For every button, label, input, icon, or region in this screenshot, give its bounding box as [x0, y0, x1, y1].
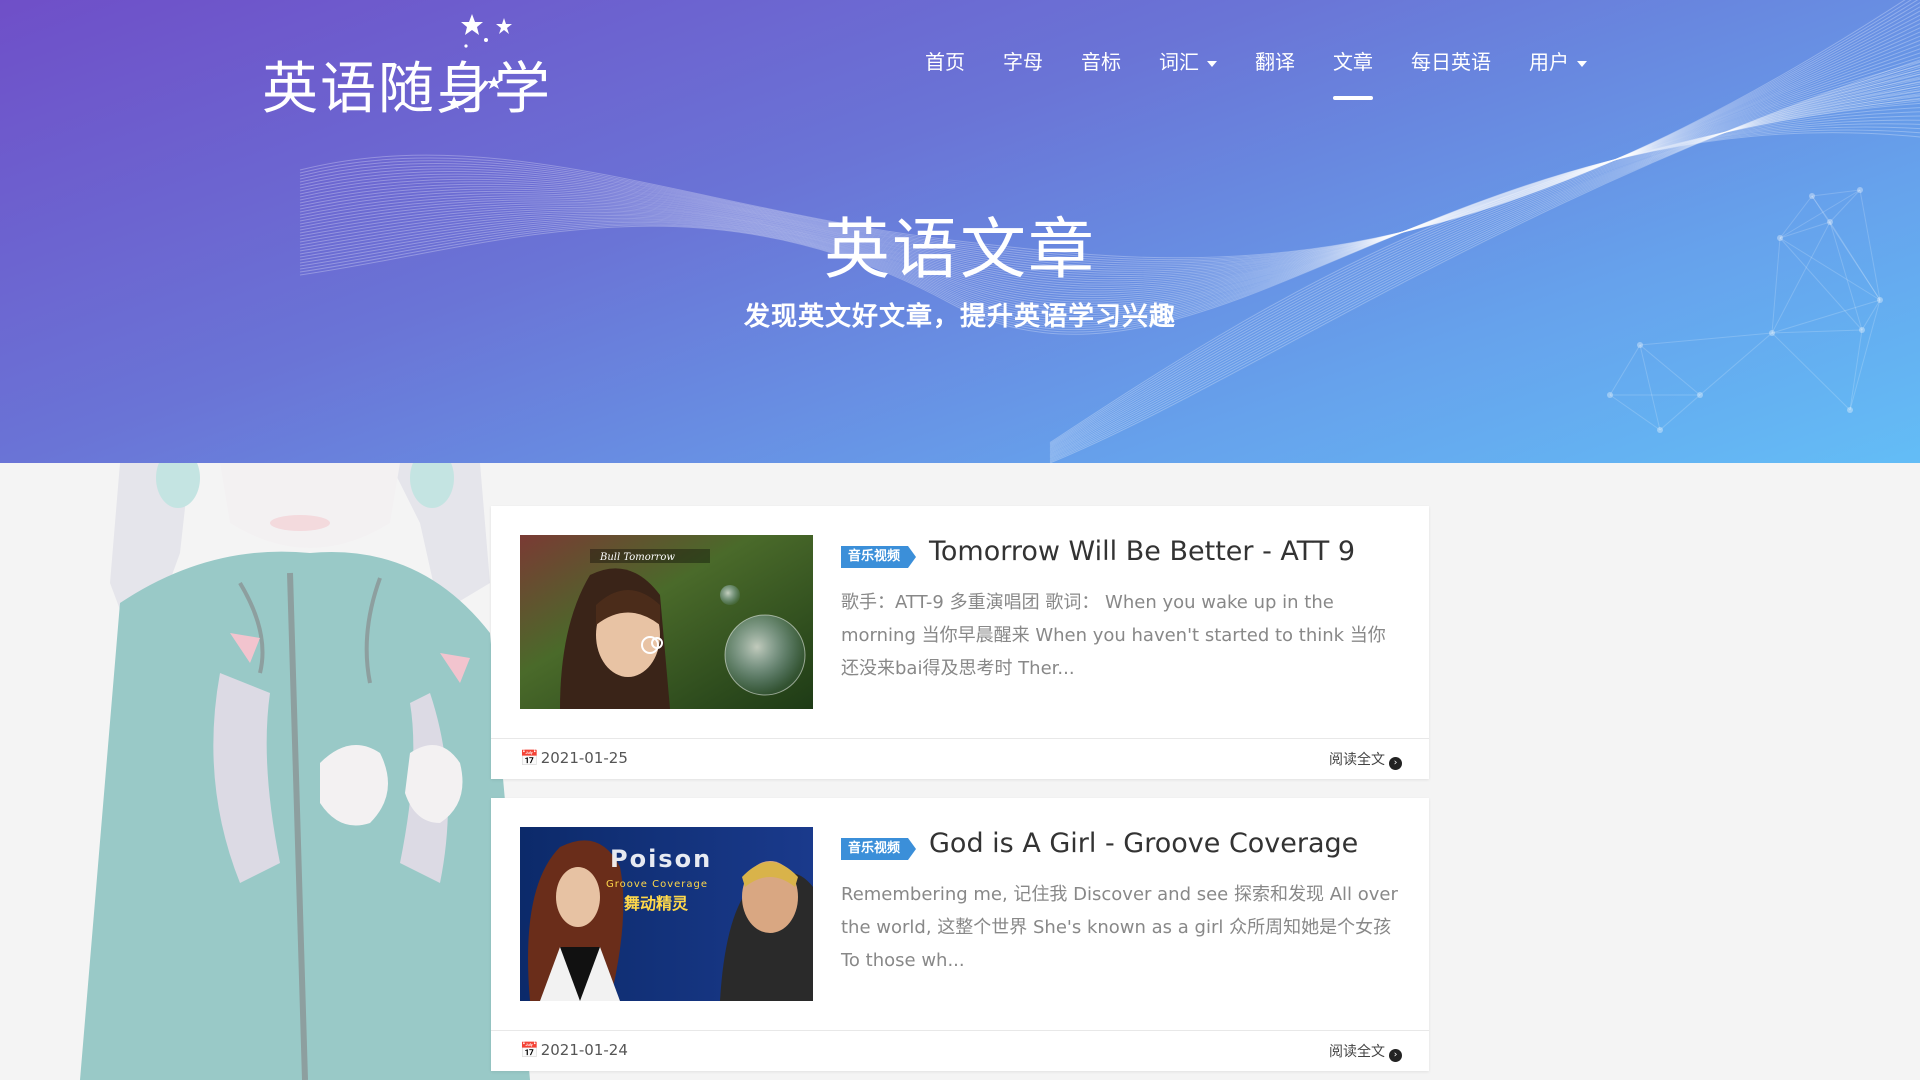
article-date-text: 2021-01-25 [540, 749, 628, 767]
read-more-link[interactable]: 阅读全文 › [1329, 749, 1402, 770]
logo-stars-icon [447, 14, 512, 109]
read-more-label: 阅读全文 [1329, 752, 1385, 768]
album-cover-thumbnail-image: Poison Groove Coverage 舞动精灵 [520, 827, 813, 1001]
site-logo[interactable]: 英语随身学 [262, 14, 562, 122]
article-title[interactable]: Tomorrow Will Be Better - ATT 9 [929, 536, 1355, 567]
nav-item-label: 用户 [1529, 50, 1569, 74]
music-video-thumbnail-image: Bull Tomorrow [520, 535, 813, 709]
nav-item[interactable]: 词汇 [1140, 46, 1236, 86]
nav-item-label: 首页 [925, 50, 965, 74]
calendar-icon: 📅 [520, 1041, 539, 1059]
article-excerpt: 歌手：ATT-9 多重演唱团 歌词： When you wake up in t… [841, 592, 1386, 679]
thumb-subtitle: Groove Coverage [606, 879, 708, 890]
nav-item[interactable]: 每日英语 [1392, 46, 1510, 86]
read-more-label: 阅读全文 [1329, 1044, 1385, 1060]
thumb-cn: 舞动精灵 [624, 894, 689, 913]
read-more-link[interactable]: 阅读全文 › [1329, 1041, 1402, 1062]
nav-item[interactable]: 音标 [1062, 46, 1140, 86]
caret-down-icon [1207, 60, 1217, 67]
chevron-right-icon: › [1389, 1049, 1402, 1062]
page-title: 英语文章 [824, 211, 1096, 288]
nav-item[interactable]: 翻译 [1236, 46, 1314, 86]
nav-item[interactable]: 字母 [984, 46, 1062, 86]
thumb-caption: Bull Tomorrow [599, 552, 675, 563]
article-date-text: 2021-01-24 [540, 1041, 628, 1059]
category-tag[interactable]: 音乐视频 [841, 546, 917, 568]
calendar-icon: 📅 [520, 749, 539, 767]
nav-item[interactable]: 文章 [1314, 46, 1392, 100]
hero-banner: 英语随身学 首页 字母 音标 词汇 翻译 文章 每日英语 用户 英语文章 发现英文好文章，提升… [0, 0, 1920, 463]
nav-item-label: 词汇 [1159, 50, 1199, 74]
article-card[interactable]: Bull Tomorrow 音乐视频 Tomorrow Will Be Bett… [491, 506, 1429, 779]
nav-item-label: 翻译 [1255, 50, 1295, 74]
article-date: 📅 2021-01-25 [520, 749, 628, 767]
main-nav: 首页 字母 音标 词汇 翻译 文章 每日英语 用户 [906, 46, 1606, 100]
article-title[interactable]: God is A Girl - Groove Coverage [929, 828, 1358, 859]
thumb-title: Poison [610, 845, 712, 873]
nav-item-label: 音标 [1081, 50, 1121, 74]
mascot-illustration [80, 463, 530, 1080]
category-tag[interactable]: 音乐视频 [841, 838, 917, 860]
page-subtitle: 发现英文好文章，提升英语学习兴趣 [743, 302, 1176, 332]
chevron-right-icon: › [1389, 757, 1402, 770]
nav-item-label: 字母 [1003, 50, 1043, 74]
article-thumbnail[interactable]: Poison Groove Coverage 舞动精灵 [520, 827, 813, 1001]
nav-item-label: 文章 [1333, 50, 1373, 74]
caret-down-icon [1577, 60, 1587, 67]
article-thumbnail[interactable]: Bull Tomorrow [520, 535, 813, 709]
nav-item[interactable]: 首页 [906, 46, 984, 86]
nav-item[interactable]: 用户 [1510, 46, 1606, 86]
nav-item-label: 每日英语 [1411, 50, 1491, 74]
article-card[interactable]: Poison Groove Coverage 舞动精灵 音乐视频 God is … [491, 798, 1429, 1071]
article-excerpt: Remembering me, 记住我 Discover and see 探索和… [841, 884, 1398, 971]
article-date: 📅 2021-01-24 [520, 1041, 628, 1059]
